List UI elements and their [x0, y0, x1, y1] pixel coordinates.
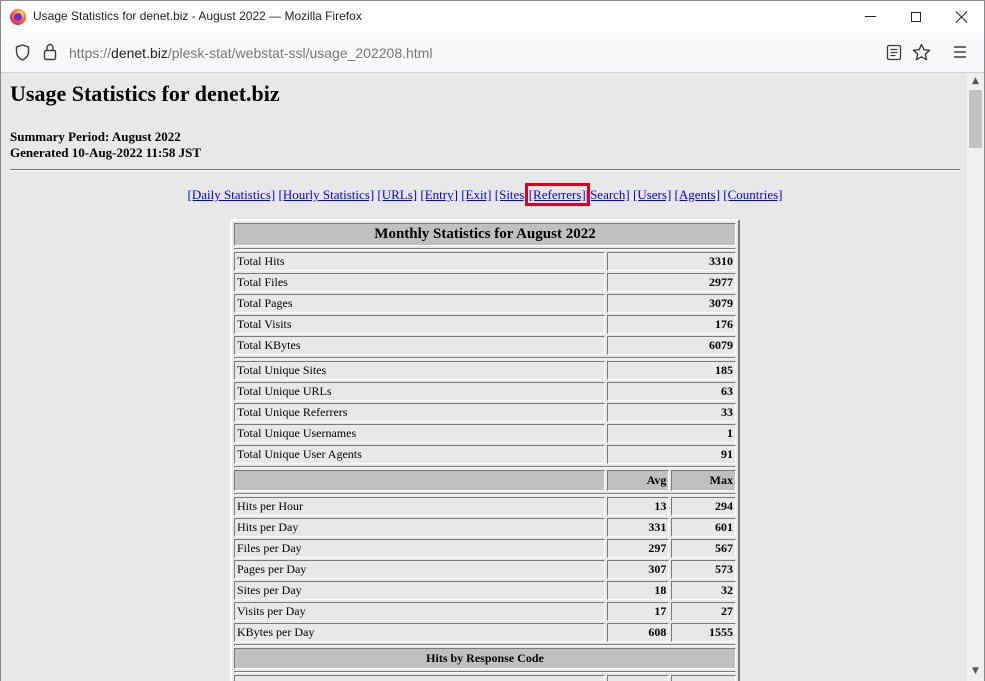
summary-period: Summary Period: August 2022 [10, 129, 181, 144]
tracking-protection-shield-icon[interactable] [15, 44, 30, 61]
link-search[interactable]: [Search] [586, 187, 630, 202]
navigation-bar: https://denet.biz/plesk-stat/webstat-ssl… [1, 33, 984, 73]
page-content: Usage Statistics for denet.biz Summary P… [1, 73, 967, 681]
url-field[interactable]: https://denet.biz/plesk-stat/webstat-ssl… [69, 45, 432, 61]
browser-window: Usage Statistics for denet.biz - August … [0, 0, 985, 681]
scroll-down-arrow-icon[interactable]: ▼ [971, 667, 980, 676]
table-row [234, 675, 736, 681]
monthly-statistics-table: Monthly Statistics for August 2022 Total… [230, 219, 740, 681]
minimize-icon [864, 16, 876, 17]
hamburger-menu-icon[interactable] [953, 45, 967, 59]
table-row: Total Unique URLs 63 [234, 382, 736, 401]
url-path: /plesk-stat/webstat-ssl/usage_202208.htm… [167, 45, 433, 61]
table-row: Total Unique User Agents 91 [234, 445, 736, 464]
generated-date: Generated 10-Aug-2022 11:58 JST [10, 145, 202, 160]
report-nav-links: [Daily Statistics] [Hourly Statistics] [… [1, 183, 967, 206]
link-urls[interactable]: [URLs] [377, 187, 417, 202]
table-row: Files per Day 297 567 [234, 539, 736, 558]
firefox-logo-icon [10, 9, 26, 25]
link-referrers[interactable]: [Referrers] [524, 183, 590, 206]
horizontal-rule [10, 169, 960, 171]
separator-row [234, 357, 736, 359]
scroll-up-arrow-icon[interactable]: ▲ [971, 77, 980, 86]
link-daily-statistics[interactable]: [Daily Statistics] [187, 187, 275, 202]
separator-row [234, 466, 736, 468]
table-row: Total Unique Referrers 33 [234, 403, 736, 422]
url-host: denet.biz [111, 45, 168, 61]
link-countries[interactable]: [Countries] [723, 187, 782, 202]
table-row: Total Unique Usernames 1 [234, 424, 736, 443]
table-row: Hits per Hour 13 294 [234, 497, 736, 516]
table-row: Pages per Day 307 573 [234, 560, 736, 579]
page-title: Usage Statistics for denet.biz [10, 81, 280, 106]
link-exit[interactable]: [Exit] [461, 187, 491, 202]
response-code-header: Hits by Response Code [234, 648, 736, 669]
reader-view-icon[interactable] [886, 44, 902, 61]
separator-row [234, 671, 736, 673]
lock-icon[interactable] [43, 43, 57, 61]
scrollbar-thumb[interactable] [969, 90, 982, 148]
maximize-icon [911, 11, 921, 22]
link-sites[interactable]: [Sites] [495, 187, 529, 202]
table-row: KBytes per Day 608 1555 [234, 623, 736, 642]
close-button[interactable] [939, 1, 985, 32]
maximize-button[interactable] [893, 1, 939, 32]
link-hourly-statistics[interactable]: [Hourly Statistics] [278, 187, 374, 202]
minimize-button[interactable] [847, 1, 893, 32]
table-row: Total Unique Sites 185 [234, 361, 736, 380]
title-bar: Usage Statistics for denet.biz - August … [1, 1, 984, 33]
separator-row [234, 248, 736, 250]
table-row: Total Visits 176 [234, 315, 736, 334]
table-row: Total KBytes 6079 [234, 336, 736, 355]
monthly-statistics-title: Monthly Statistics for August 2022 [234, 223, 736, 246]
table-row: Total Files 2977 [234, 273, 736, 292]
separator-row [234, 644, 736, 646]
link-entry[interactable]: [Entry] [420, 187, 458, 202]
close-icon [956, 11, 968, 23]
link-users[interactable]: [Users] [633, 187, 671, 202]
table-row: Total Pages 3079 [234, 294, 736, 313]
table-row: Hits per Day 331 601 [234, 518, 736, 537]
link-agents[interactable]: [Agents] [675, 187, 721, 202]
separator-row [234, 493, 736, 495]
vertical-scrollbar[interactable]: ▲ ▼ [967, 73, 984, 681]
table-row: Visits per Day 17 27 [234, 602, 736, 621]
header-spacer [234, 470, 605, 491]
max-header: Max [671, 470, 736, 491]
window-title: Usage Statistics for denet.biz - August … [33, 9, 362, 23]
avg-header: Avg [606, 470, 670, 491]
table-row: Sites per Day 18 32 [234, 581, 736, 600]
avg-max-header-row: Avg Max [234, 470, 736, 491]
bookmark-star-icon[interactable] [912, 43, 931, 62]
summary-block: Summary Period: August 2022 Generated 10… [10, 129, 201, 161]
table-row: Total Hits 3310 [234, 252, 736, 271]
url-scheme: https:// [69, 45, 112, 61]
